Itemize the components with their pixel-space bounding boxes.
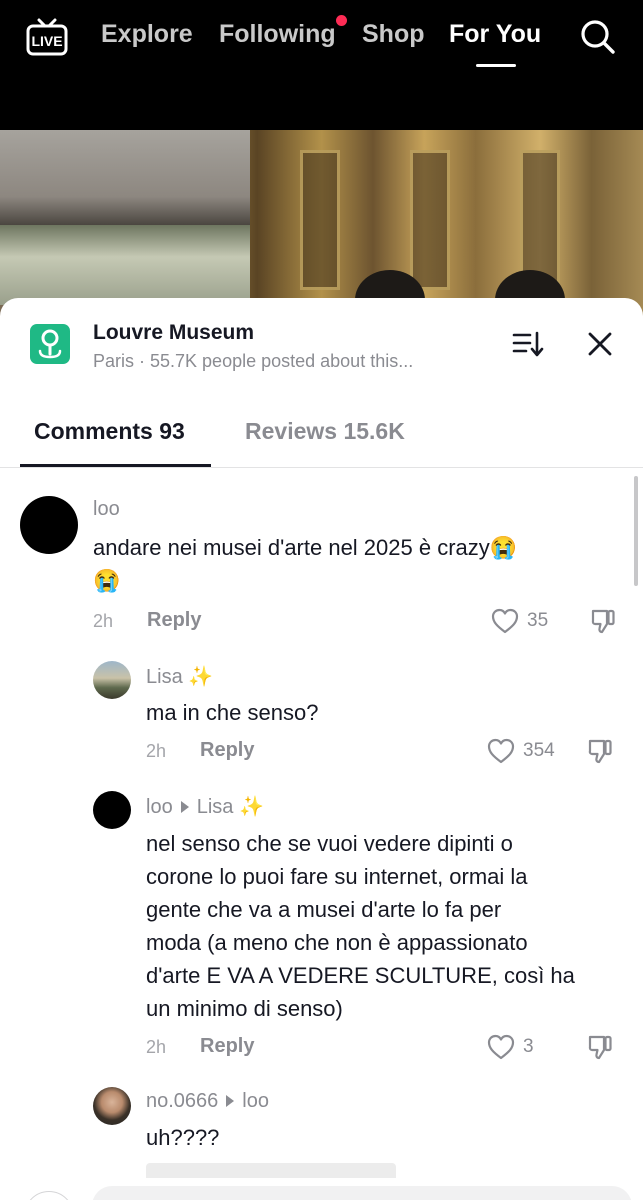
video-panel bbox=[300, 150, 340, 290]
comment-username[interactable]: loo bbox=[93, 498, 120, 521]
dislike-icon[interactable] bbox=[589, 607, 617, 635]
tab-comments[interactable]: Comments 93 bbox=[34, 418, 185, 445]
top-nav: LIVE Explore Following Shop For You bbox=[0, 0, 643, 130]
map-pin-icon bbox=[30, 324, 70, 364]
like-count: 3 bbox=[523, 1036, 534, 1057]
sort-icon[interactable] bbox=[512, 330, 544, 358]
dislike-icon[interactable] bbox=[586, 1033, 614, 1061]
avatar[interactable] bbox=[93, 661, 131, 699]
avatar[interactable] bbox=[20, 496, 78, 554]
tab-divider bbox=[0, 467, 643, 468]
comment-time: 2h bbox=[93, 611, 114, 631]
username-text: Lisa bbox=[146, 666, 183, 688]
video-panel bbox=[520, 150, 560, 290]
avatar[interactable] bbox=[93, 1087, 131, 1125]
comment-text: uh???? bbox=[146, 1125, 220, 1150]
heart-icon[interactable] bbox=[491, 608, 519, 634]
heart-icon[interactable] bbox=[487, 1034, 515, 1060]
comment-time: 2h bbox=[146, 1037, 167, 1057]
reply-button[interactable]: Reply bbox=[147, 609, 201, 632]
sparkle-badge: ✨ bbox=[238, 796, 264, 818]
comment-text-line: corone lo puoi fare su internet, ormai l… bbox=[146, 864, 528, 889]
live-label: LIVE bbox=[31, 33, 62, 49]
comment-text: andare nei musei d'arte nel 2025 è crazy… bbox=[93, 535, 518, 560]
comment-time: 2h bbox=[146, 741, 167, 761]
comment-text-line: d'arte E VA A VEDERE SCULTURE, così ha bbox=[146, 963, 575, 988]
scrollbar[interactable] bbox=[634, 476, 638, 586]
comment-text: ma in che senso? bbox=[146, 700, 319, 725]
comment-username[interactable]: loo Lisa ✨ bbox=[146, 794, 264, 819]
reply-button[interactable]: Reply bbox=[200, 1035, 254, 1058]
reply-arrow-icon bbox=[226, 1094, 235, 1107]
heart-icon[interactable] bbox=[487, 738, 515, 764]
dislike-icon[interactable] bbox=[586, 737, 614, 765]
tab-explore[interactable]: Explore bbox=[101, 20, 193, 49]
comment-text-line: nel senso che se vuoi vedere dipinti o bbox=[146, 831, 513, 856]
like-count: 35 bbox=[527, 610, 549, 631]
reply-to-username[interactable]: loo bbox=[242, 1090, 269, 1112]
notification-dot bbox=[336, 15, 347, 26]
reply-button[interactable]: Reply bbox=[200, 739, 254, 762]
tab-reviews[interactable]: Reviews 15.6K bbox=[245, 418, 405, 445]
username-text: no.0666 bbox=[146, 1090, 219, 1112]
tab-for-you[interactable]: For You bbox=[449, 20, 541, 49]
reply-arrow-icon bbox=[180, 800, 189, 813]
like-count: 354 bbox=[523, 740, 555, 761]
tab-following[interactable]: Following bbox=[219, 20, 336, 49]
comment-text-line: gente che va a musei d'arte lo fa per bbox=[146, 897, 502, 922]
live-icon[interactable]: LIVE bbox=[26, 18, 68, 56]
comment-username[interactable]: no.0666 loo bbox=[146, 1090, 269, 1113]
comment-input[interactable] bbox=[92, 1186, 632, 1200]
video-window bbox=[0, 225, 250, 305]
comment-text-line: un minimo di senso) bbox=[146, 996, 343, 1021]
avatar[interactable] bbox=[93, 791, 131, 829]
comment-text-line2: 😭 bbox=[93, 568, 121, 593]
tab-shop[interactable]: Shop bbox=[362, 20, 425, 49]
location-title[interactable]: Louvre Museum bbox=[93, 321, 254, 345]
video-ceiling bbox=[0, 130, 250, 225]
location-subtitle: Paris · 55.7K people posted about this..… bbox=[93, 351, 414, 371]
comments-sheet: Louvre Museum Paris · 55.7K people poste… bbox=[0, 298, 643, 1200]
active-tab-indicator bbox=[476, 64, 516, 67]
search-icon[interactable] bbox=[578, 17, 616, 55]
sparkle-badge: ✨ bbox=[188, 666, 214, 688]
close-icon[interactable] bbox=[586, 330, 614, 358]
comment-text-line: moda (a meno che non è appassionato bbox=[146, 930, 528, 955]
comment-username[interactable]: Lisa ✨ bbox=[146, 664, 213, 689]
reply-to-username[interactable]: Lisa bbox=[197, 796, 234, 818]
video-panel bbox=[410, 150, 450, 290]
video-preview[interactable] bbox=[0, 130, 643, 320]
username-text: loo bbox=[146, 796, 173, 818]
